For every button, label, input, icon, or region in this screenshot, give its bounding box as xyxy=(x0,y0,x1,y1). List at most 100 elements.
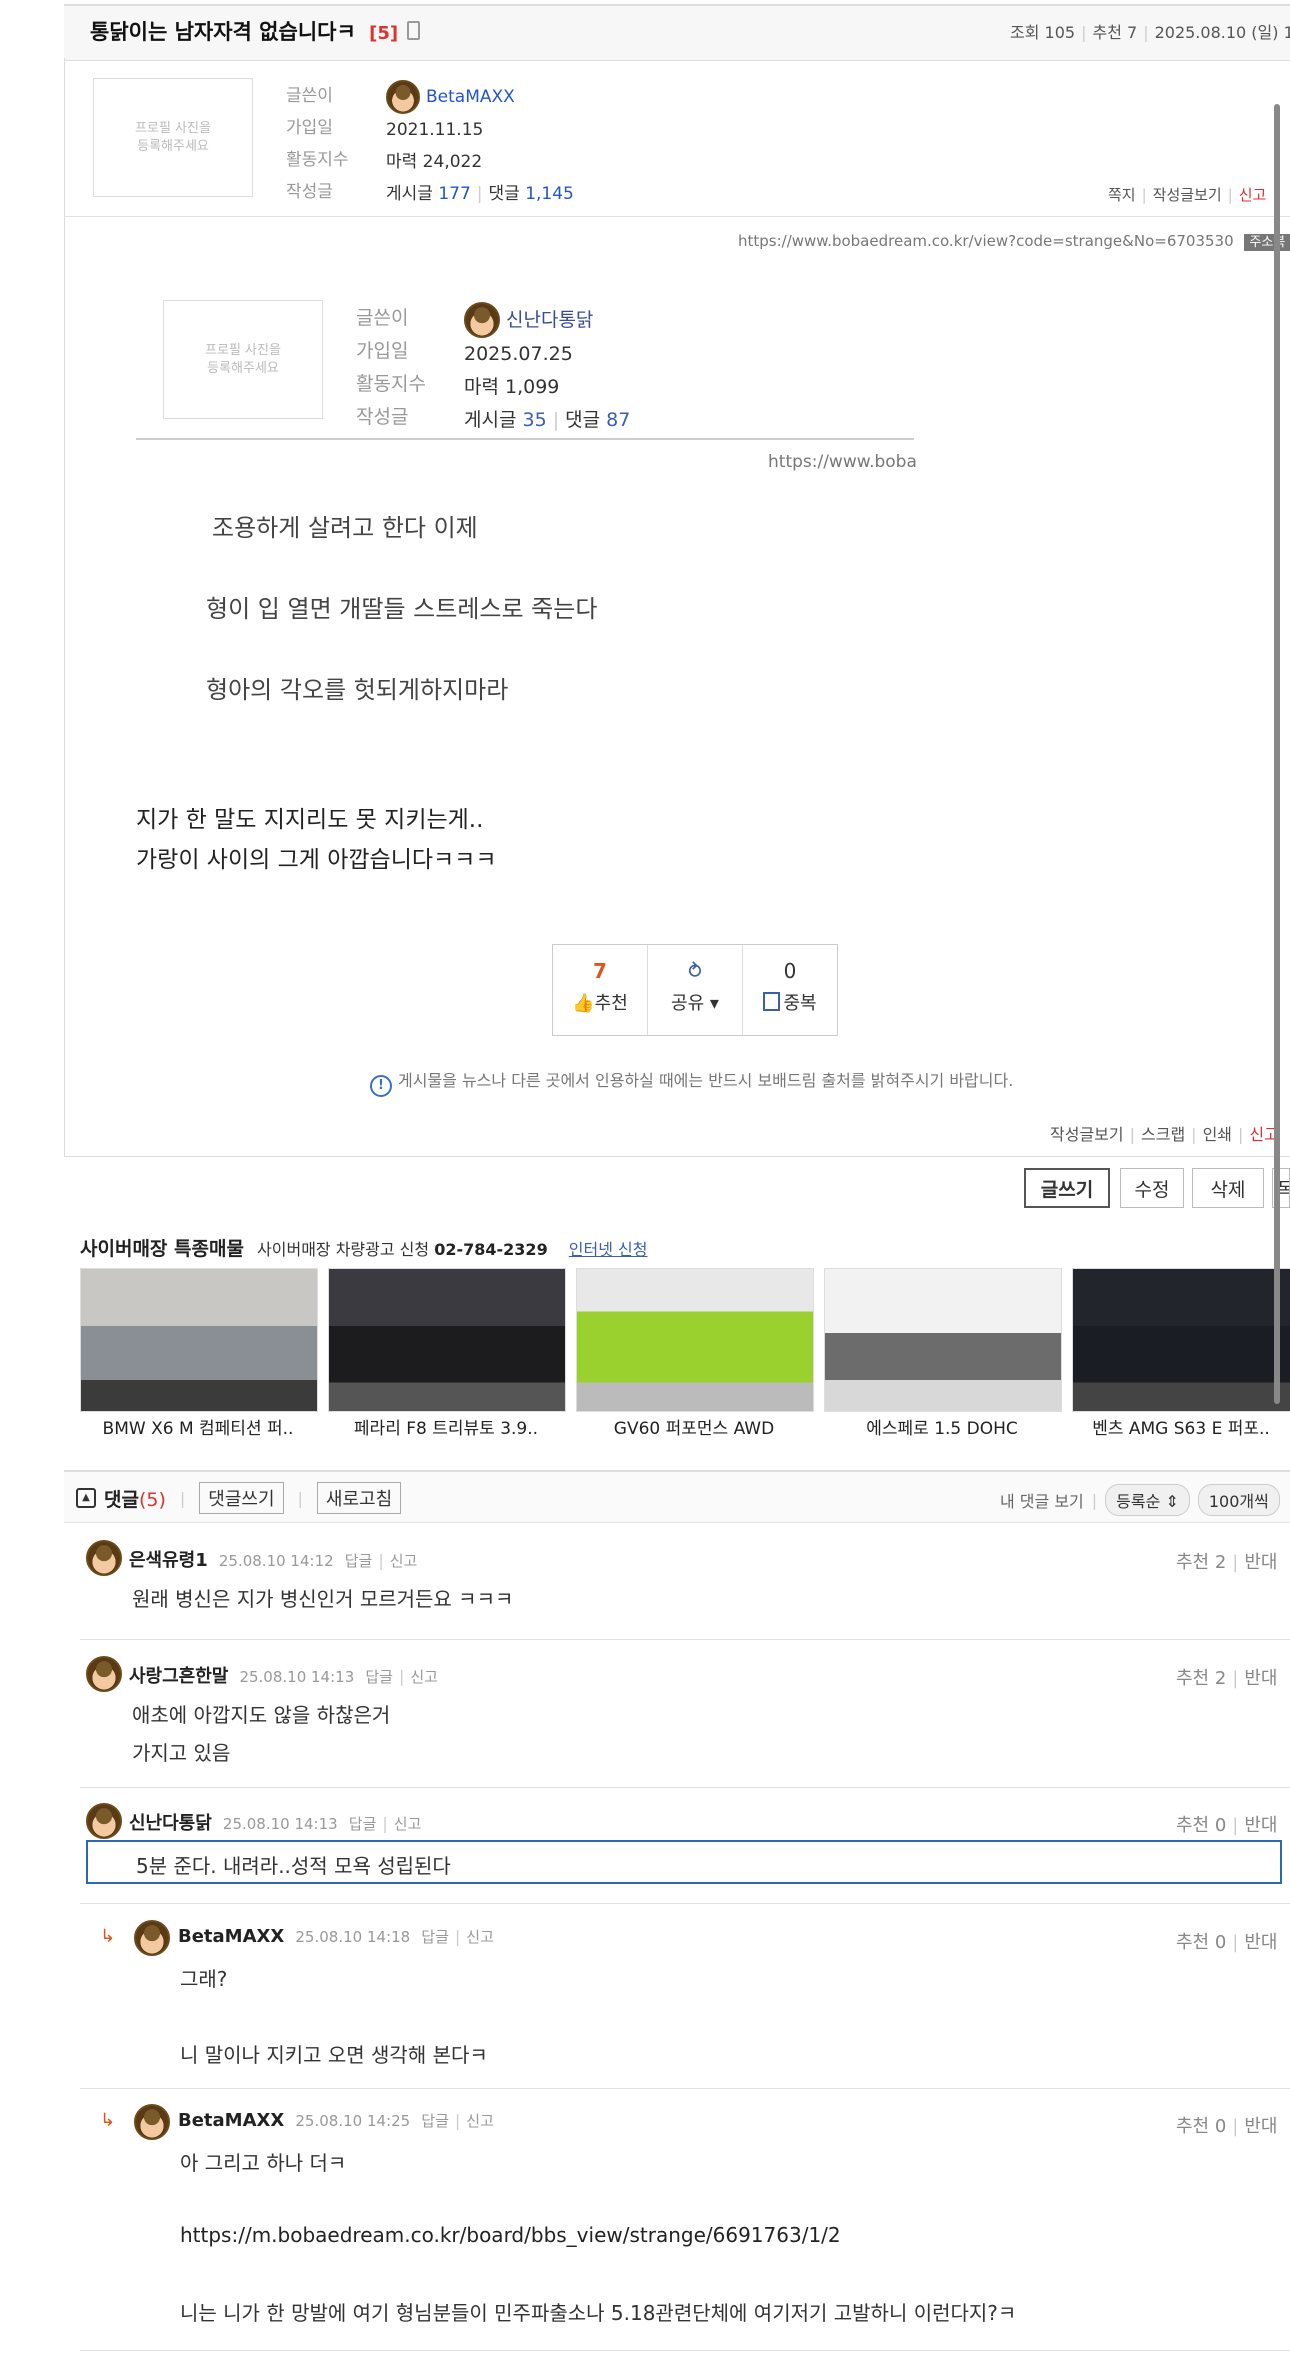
write-comment-button[interactable]: 댓글쓰기 xyxy=(199,1482,284,1514)
author-comments-count[interactable]: 1,145 xyxy=(525,184,574,204)
share-label: 공유 ▾ xyxy=(671,993,719,1014)
comment-avatar[interactable] xyxy=(86,1540,122,1576)
write-button[interactable]: 글쓰기 xyxy=(1024,1168,1110,1208)
quoted-posts-count: 35 xyxy=(522,409,547,431)
sort-chevron-icon: ⇕ xyxy=(1165,1492,1179,1511)
comment-recommend[interactable]: 추천 0 xyxy=(1176,1815,1226,1836)
comment-link[interactable]: https://m.bobaedream.co.kr/board/bbs_vie… xyxy=(180,2223,841,2247)
quoted-url: https://www.boba xyxy=(768,452,917,472)
quoted-activity: 마력 1,099 xyxy=(464,376,560,398)
comment-time: 25.08.10 14:13 xyxy=(239,1668,355,1686)
post-comment-count[interactable]: [5] xyxy=(369,23,398,44)
refresh-button[interactable]: 새로고침 xyxy=(316,1482,402,1514)
post-recommends: 추천 7 xyxy=(1092,23,1138,42)
sort-select[interactable]: 등록순 ⇕ xyxy=(1105,1484,1190,1516)
comment-against[interactable]: 반대 xyxy=(1244,2116,1277,2137)
comment-author[interactable]: 은색유령1 xyxy=(129,1550,208,1571)
body-line-2: 가랑이 사이의 그게 아깝습니다ㅋㅋㅋ xyxy=(136,847,497,873)
comment-divider xyxy=(80,2350,1290,2351)
comment-avatar[interactable] xyxy=(86,1803,122,1839)
comment-divider xyxy=(80,1903,1290,1904)
car-thumb-4 xyxy=(825,1269,1061,1411)
collapse-icon[interactable]: ▲ xyxy=(76,1488,96,1508)
comment-recommend[interactable]: 추천 2 xyxy=(1176,1668,1226,1689)
duplicate-button[interactable]: 0 중복 xyxy=(743,945,837,1035)
car-image-5[interactable] xyxy=(1072,1268,1290,1412)
ads-title: 사이버매장 특종매물 xyxy=(80,1238,244,1260)
ads-apply-link[interactable]: 인터넷 신청 xyxy=(569,1240,648,1259)
ads-header: 사이버매장 특종매물 사이버매장 차량광고 신청 02-784-2329 인터넷… xyxy=(80,1234,647,1261)
author-avatar[interactable] xyxy=(386,80,420,114)
car-caption-4[interactable]: 에스페로 1.5 DOHC xyxy=(824,1414,1060,1439)
quoted-activity-label: 활동지수 xyxy=(356,373,426,395)
author-report-link[interactable]: 신고 xyxy=(1239,186,1267,204)
comment-report-link[interactable]: 신고 xyxy=(390,1552,418,1570)
car-thumb-5 xyxy=(1073,1269,1290,1411)
comment-reply-link[interactable]: 답글 xyxy=(421,2112,449,2130)
car-image-1[interactable] xyxy=(80,1268,318,1412)
comment-avatar[interactable] xyxy=(86,1656,122,1692)
comments-header-right: 내 댓글 보기 | 등록순 ⇕ 100개씩 xyxy=(1000,1484,1280,1516)
comment-text: 가지고 있음 xyxy=(132,1741,231,1765)
print-link[interactable]: 인쇄 xyxy=(1203,1125,1232,1144)
author-posts-link[interactable]: 작성글보기 xyxy=(1153,186,1222,204)
edit-button[interactable]: 수정 xyxy=(1120,1168,1184,1208)
car-caption-3[interactable]: GV60 퍼포먼스 AWD xyxy=(576,1414,812,1439)
comment-recommend[interactable]: 추천 0 xyxy=(1176,2116,1226,2137)
comment-reply-link[interactable]: 답글 xyxy=(421,1928,449,1946)
post-stats: 조회 105|추천 7|2025.08.10 (일) 14: xyxy=(1010,19,1290,43)
author-divider xyxy=(64,216,1290,217)
comment-reply-link[interactable]: 답글 xyxy=(345,1552,373,1570)
copy-url-button[interactable]: 주소복 xyxy=(1244,234,1290,251)
comment-report-link[interactable]: 신고 xyxy=(466,2112,494,2130)
recommend-count: 7 xyxy=(593,959,607,983)
my-comments-link[interactable]: 내 댓글 보기 xyxy=(1000,1488,1084,1512)
car-caption-1[interactable]: BMW X6 M 컴페티션 퍼.. xyxy=(80,1414,316,1439)
comment-recommend[interactable]: 추천 2 xyxy=(1176,1552,1226,1573)
comment-author[interactable]: 사랑그흔한말 xyxy=(129,1666,228,1687)
scrollbar-thumb[interactable] xyxy=(1274,104,1280,1404)
post-title-text: 통닭이는 남자자격 없습니다ㅋ xyxy=(90,20,356,44)
author-name[interactable]: BetaMAXX xyxy=(426,81,515,113)
comment-author[interactable]: 신난다통닭 xyxy=(129,1813,212,1834)
comment-against[interactable]: 반대 xyxy=(1244,1815,1277,1836)
comment-divider xyxy=(80,1639,1290,1640)
author-posts-count[interactable]: 177 xyxy=(438,184,470,204)
comment-report-link[interactable]: 신고 xyxy=(394,1815,422,1833)
comment-reply-link[interactable]: 답글 xyxy=(349,1815,377,1833)
comment-report-link[interactable]: 신고 xyxy=(466,1928,494,1946)
recommend-button[interactable]: 7 👍추천 xyxy=(553,945,648,1035)
car-caption-2[interactable]: 페라리 F8 트리뷰토 3.9.. xyxy=(328,1414,564,1439)
quoted-posts-prefix: 게시글 xyxy=(464,409,517,431)
delete-button[interactable]: 삭제 xyxy=(1192,1168,1264,1208)
comment-author[interactable]: BetaMAXX xyxy=(178,2110,284,2131)
car-image-3[interactable] xyxy=(576,1268,814,1412)
comment-report-link[interactable]: 신고 xyxy=(410,1668,438,1686)
comment-avatar[interactable] xyxy=(134,1920,170,1956)
car-image-4[interactable] xyxy=(824,1268,1062,1412)
comment-reply-link[interactable]: 답글 xyxy=(365,1668,393,1686)
comment-against[interactable]: 반대 xyxy=(1244,1668,1277,1689)
quoted-joined: 2025.07.25 xyxy=(464,343,573,365)
car-thumb-1 xyxy=(81,1269,317,1411)
comment-avatar[interactable] xyxy=(134,2104,170,2140)
scrap-link[interactable]: 스크랩 xyxy=(1141,1125,1185,1144)
per-page-select[interactable]: 100개씩 xyxy=(1197,1484,1280,1516)
duplicate-count: 0 xyxy=(783,959,797,983)
car-image-2[interactable] xyxy=(328,1268,566,1412)
post-title: 통닭이는 남자자격 없습니다ㅋ [5] xyxy=(90,16,421,46)
comment-header: BetaMAXX 25.08.10 14:18 답글 | 신고 xyxy=(178,1926,494,1947)
comment-author[interactable]: BetaMAXX xyxy=(178,1926,284,1947)
message-link[interactable]: 쪽지 xyxy=(1108,186,1136,204)
share-icon: ⥁ xyxy=(688,959,702,983)
post-views: 조회 105 xyxy=(1010,23,1076,42)
view-posts-link[interactable]: 작성글보기 xyxy=(1050,1125,1124,1144)
comment-recommend[interactable]: 추천 0 xyxy=(1176,1932,1226,1953)
share-button[interactable]: ⥁ 공유 ▾ xyxy=(648,945,743,1035)
comment-against[interactable]: 반대 xyxy=(1244,1932,1277,1953)
sort-value: 등록순 xyxy=(1116,1492,1161,1511)
comment-text: 원래 병신은 지가 병신인거 모르거든요 ㅋㅋㅋ xyxy=(132,1587,514,1611)
comment-against[interactable]: 반대 xyxy=(1244,1552,1277,1573)
ads-sub: 사이버매장 차량광고 신청 xyxy=(257,1240,430,1259)
car-caption-5[interactable]: 벤츠 AMG S63 E 퍼포.. xyxy=(1072,1414,1290,1439)
